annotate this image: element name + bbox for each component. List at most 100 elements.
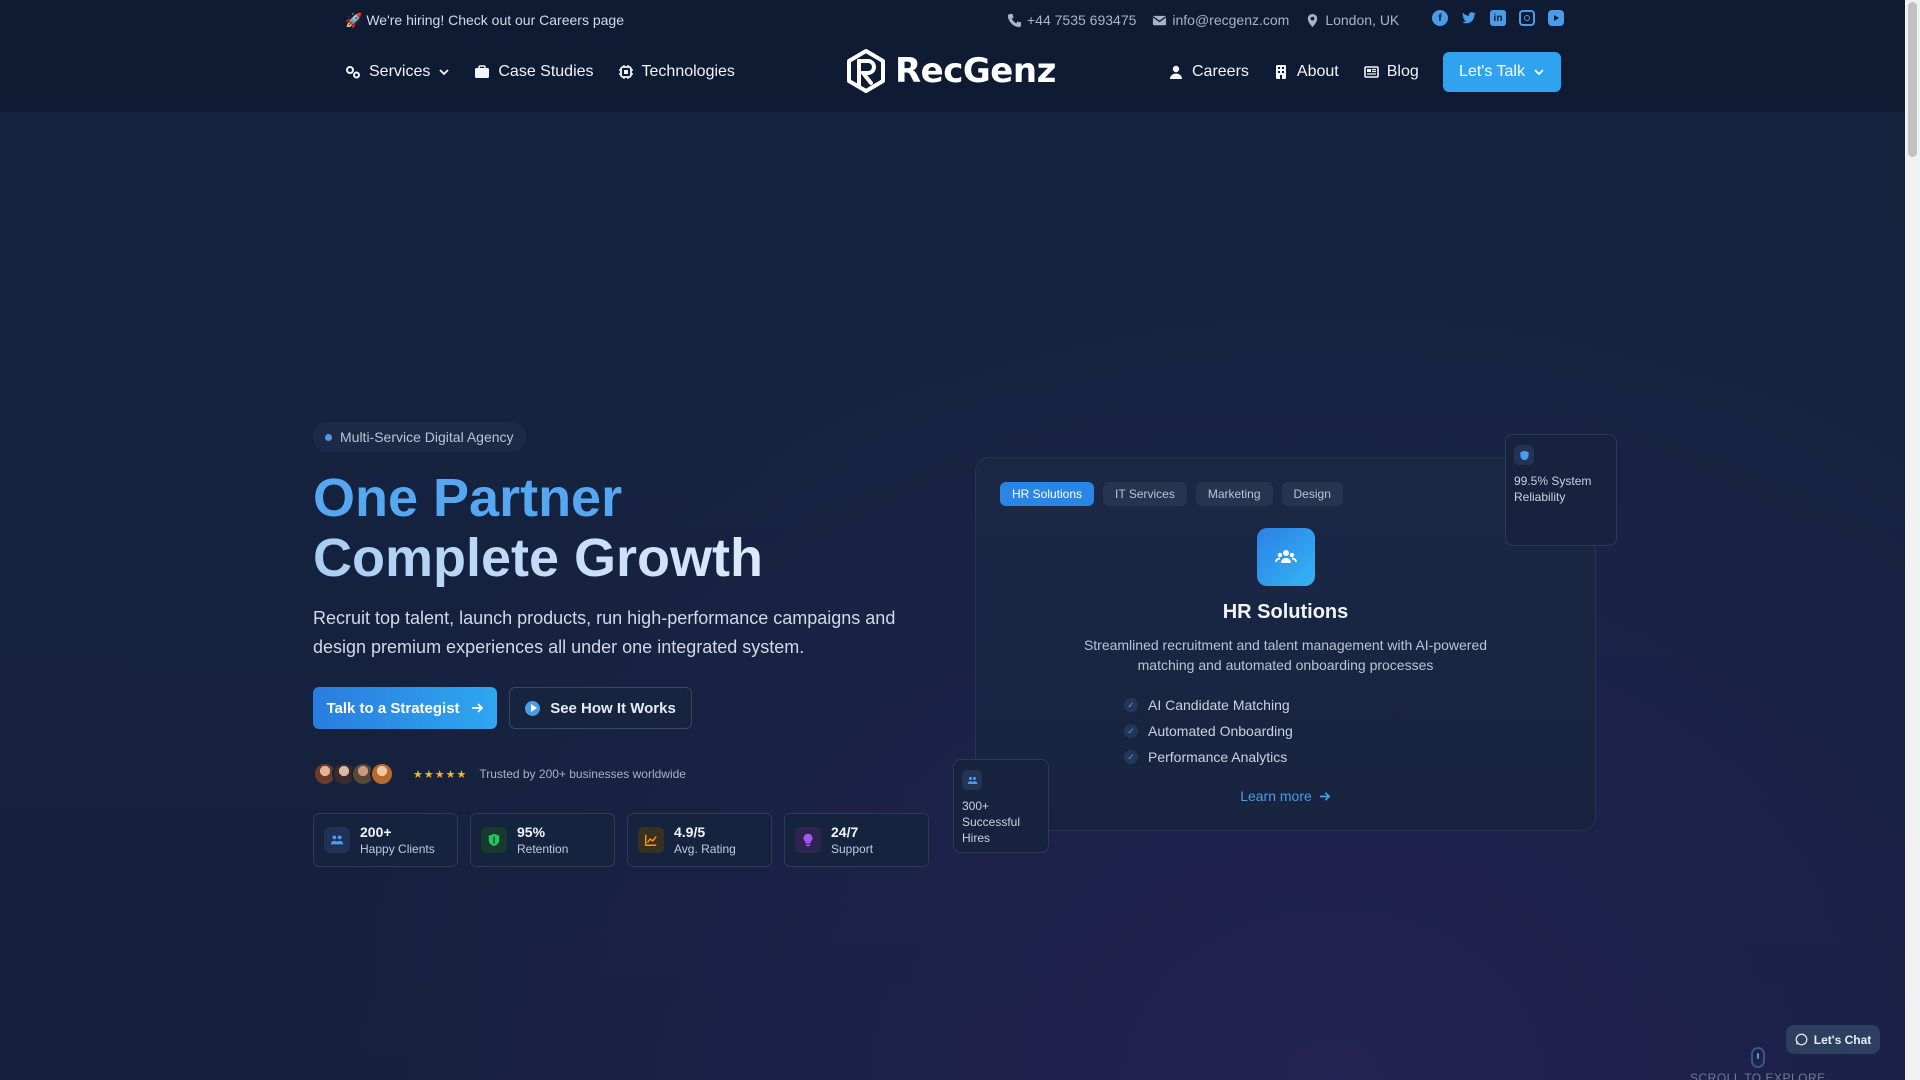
trust-row: ★★★★★ Trusted by 200+ businesses worldwi… [313,762,686,786]
arrow-right-icon [471,703,483,713]
arrow-right-icon [1319,791,1331,801]
stat-card: 24/7 Support [784,813,929,867]
hero-title-line2: Complete Growth [313,528,764,588]
hires-card: 300+ Successful Hires [953,759,1049,853]
lets-talk-label: Let's Talk [1459,63,1525,80]
stat-value: 95% [517,824,546,840]
chevron-down-icon [1534,69,1544,76]
stat-card: 95% Retention [470,813,615,867]
hero-subtitle: Recruit top talent, launch products, run… [313,608,896,657]
scrollbar-thumb[interactable] [1908,2,1917,157]
hires-text: 300+ Successful Hires [962,799,1021,845]
hero-title-line1: One Partner [313,468,623,528]
top-bar: 🚀 We're hiring! Check out our Careers pa… [0,0,1905,40]
check-icon: ✓ [1124,750,1138,764]
social-links: f in [1432,10,1564,26]
phone-link[interactable]: +44 7535 693475 [1007,12,1136,28]
agency-badge: Multi-Service Digital Agency [313,422,526,452]
nav-services-label: Services [369,63,431,80]
lets-chat-label: Let's Chat [1813,1032,1872,1047]
avatar [370,762,394,786]
mouse-scroll-icon [1751,1047,1765,1068]
linkedin-icon[interactable]: in [1490,10,1506,26]
trust-text: Trusted by 200+ businesses worldwide [479,767,686,781]
stat-value: 4.9/5 [674,824,706,840]
list-item: ✓ Performance Analytics [1124,744,1293,770]
location-text: London, UK [1325,12,1400,28]
agency-badge-text: Multi-Service Digital Agency [340,429,514,445]
users-icon [962,770,982,790]
team-icon [1257,528,1315,586]
check-icon: ✓ [1124,724,1138,738]
services-card: HR Solutions IT Services Marketing Desig… [975,457,1596,831]
map-pin-icon [1308,13,1318,27]
tab-marketing[interactable]: Marketing [1195,482,1273,506]
email-link[interactable]: info@recgenz.com [1152,12,1289,28]
stat-label: Retention [517,842,569,856]
phone-number: +44 7535 693475 [1027,12,1137,28]
avatar-group [313,762,394,786]
email-address: info@recgenz.com [1172,12,1290,28]
nav-technologies[interactable]: Technologies [618,63,735,81]
main-nav-left: Services Case Studies Technologies [345,52,735,92]
hero-title: One Partner Complete Growth [313,468,763,588]
nav-careers[interactable]: Careers [1168,63,1249,81]
phone-icon [1007,13,1022,27]
envelope-icon [1152,15,1167,25]
nav-about[interactable]: About [1273,63,1339,81]
briefcase-icon [475,65,490,78]
check-icon: ✓ [1124,698,1138,712]
talk-to-strategist-button[interactable]: Talk to a Strategist [313,687,497,729]
play-icon [525,700,541,716]
stat-value: 24/7 [831,824,859,840]
facebook-icon[interactable]: f [1432,10,1448,26]
nav-services[interactable]: Services [345,63,450,81]
lets-talk-button[interactable]: Let's Talk [1443,52,1561,92]
users-icon [324,827,350,853]
location: London, UK [1305,12,1399,28]
logo-mark-icon [847,49,885,93]
card-description: Streamlined recruitment and talent manag… [1083,637,1488,673]
see-how-it-works-button[interactable]: See How It Works [509,687,692,729]
instagram-icon[interactable] [1519,10,1535,26]
nav-case-studies[interactable]: Case Studies [474,63,594,81]
tab-design[interactable]: Design [1281,482,1343,506]
nav-blog[interactable]: Blog [1363,63,1419,81]
service-tabs: HR Solutions IT Services Marketing Desig… [1000,482,1343,506]
list-item: ✓ Automated Onboarding [1124,718,1293,744]
chip-icon [618,65,633,79]
reliability-card: 99.5% System Reliability [1505,434,1617,546]
chevron-down-icon [439,69,449,76]
reliability-text: 99.5% System Reliability [1514,474,1592,504]
hiring-link[interactable]: 🚀 We're hiring! Check out our Careers pa… [345,12,624,29]
feature-label: Automated Onboarding [1148,723,1293,739]
stat-card: 200+ Happy Clients [313,813,458,867]
nav-about-label: About [1296,63,1339,80]
page-scrollbar[interactable] [1905,0,1920,1080]
youtube-icon[interactable] [1548,10,1564,26]
logo-text: RecGenz [895,51,1056,91]
scroll-to-explore-text: SCROLL TO EXPLORE [1690,1071,1826,1080]
gears-icon [346,66,360,79]
tab-it-services[interactable]: IT Services [1103,482,1187,506]
tab-hr-solutions[interactable]: HR Solutions [1000,482,1095,506]
nav-careers-label: Careers [1192,63,1249,80]
chart-icon [638,827,664,853]
talk-to-strategist-label: Talk to a Strategist [326,699,460,717]
stat-label: Support [831,842,874,856]
nav-case-studies-label: Case Studies [498,63,594,80]
learn-more-link[interactable]: Learn more [976,788,1595,804]
site-header: 🚀 We're hiring! Check out our Careers pa… [0,0,1905,112]
see-how-it-works-label: See How It Works [550,699,676,717]
stats-row: 200+ Happy Clients 95% Retention 4.9/5 A… [313,813,929,867]
shield-icon [481,827,507,853]
stat-card: 4.9/5 Avg. Rating [627,813,772,867]
building-icon [1275,65,1286,79]
newspaper-icon [1363,66,1379,78]
lets-chat-button[interactable]: Let's Chat [1786,1025,1880,1054]
feature-label: Performance Analytics [1148,749,1288,765]
twitter-icon[interactable] [1461,10,1477,26]
badge-dot [325,433,332,441]
stat-label: Happy Clients [360,842,435,856]
recgenz-logo[interactable]: RecGenz [843,48,1056,94]
